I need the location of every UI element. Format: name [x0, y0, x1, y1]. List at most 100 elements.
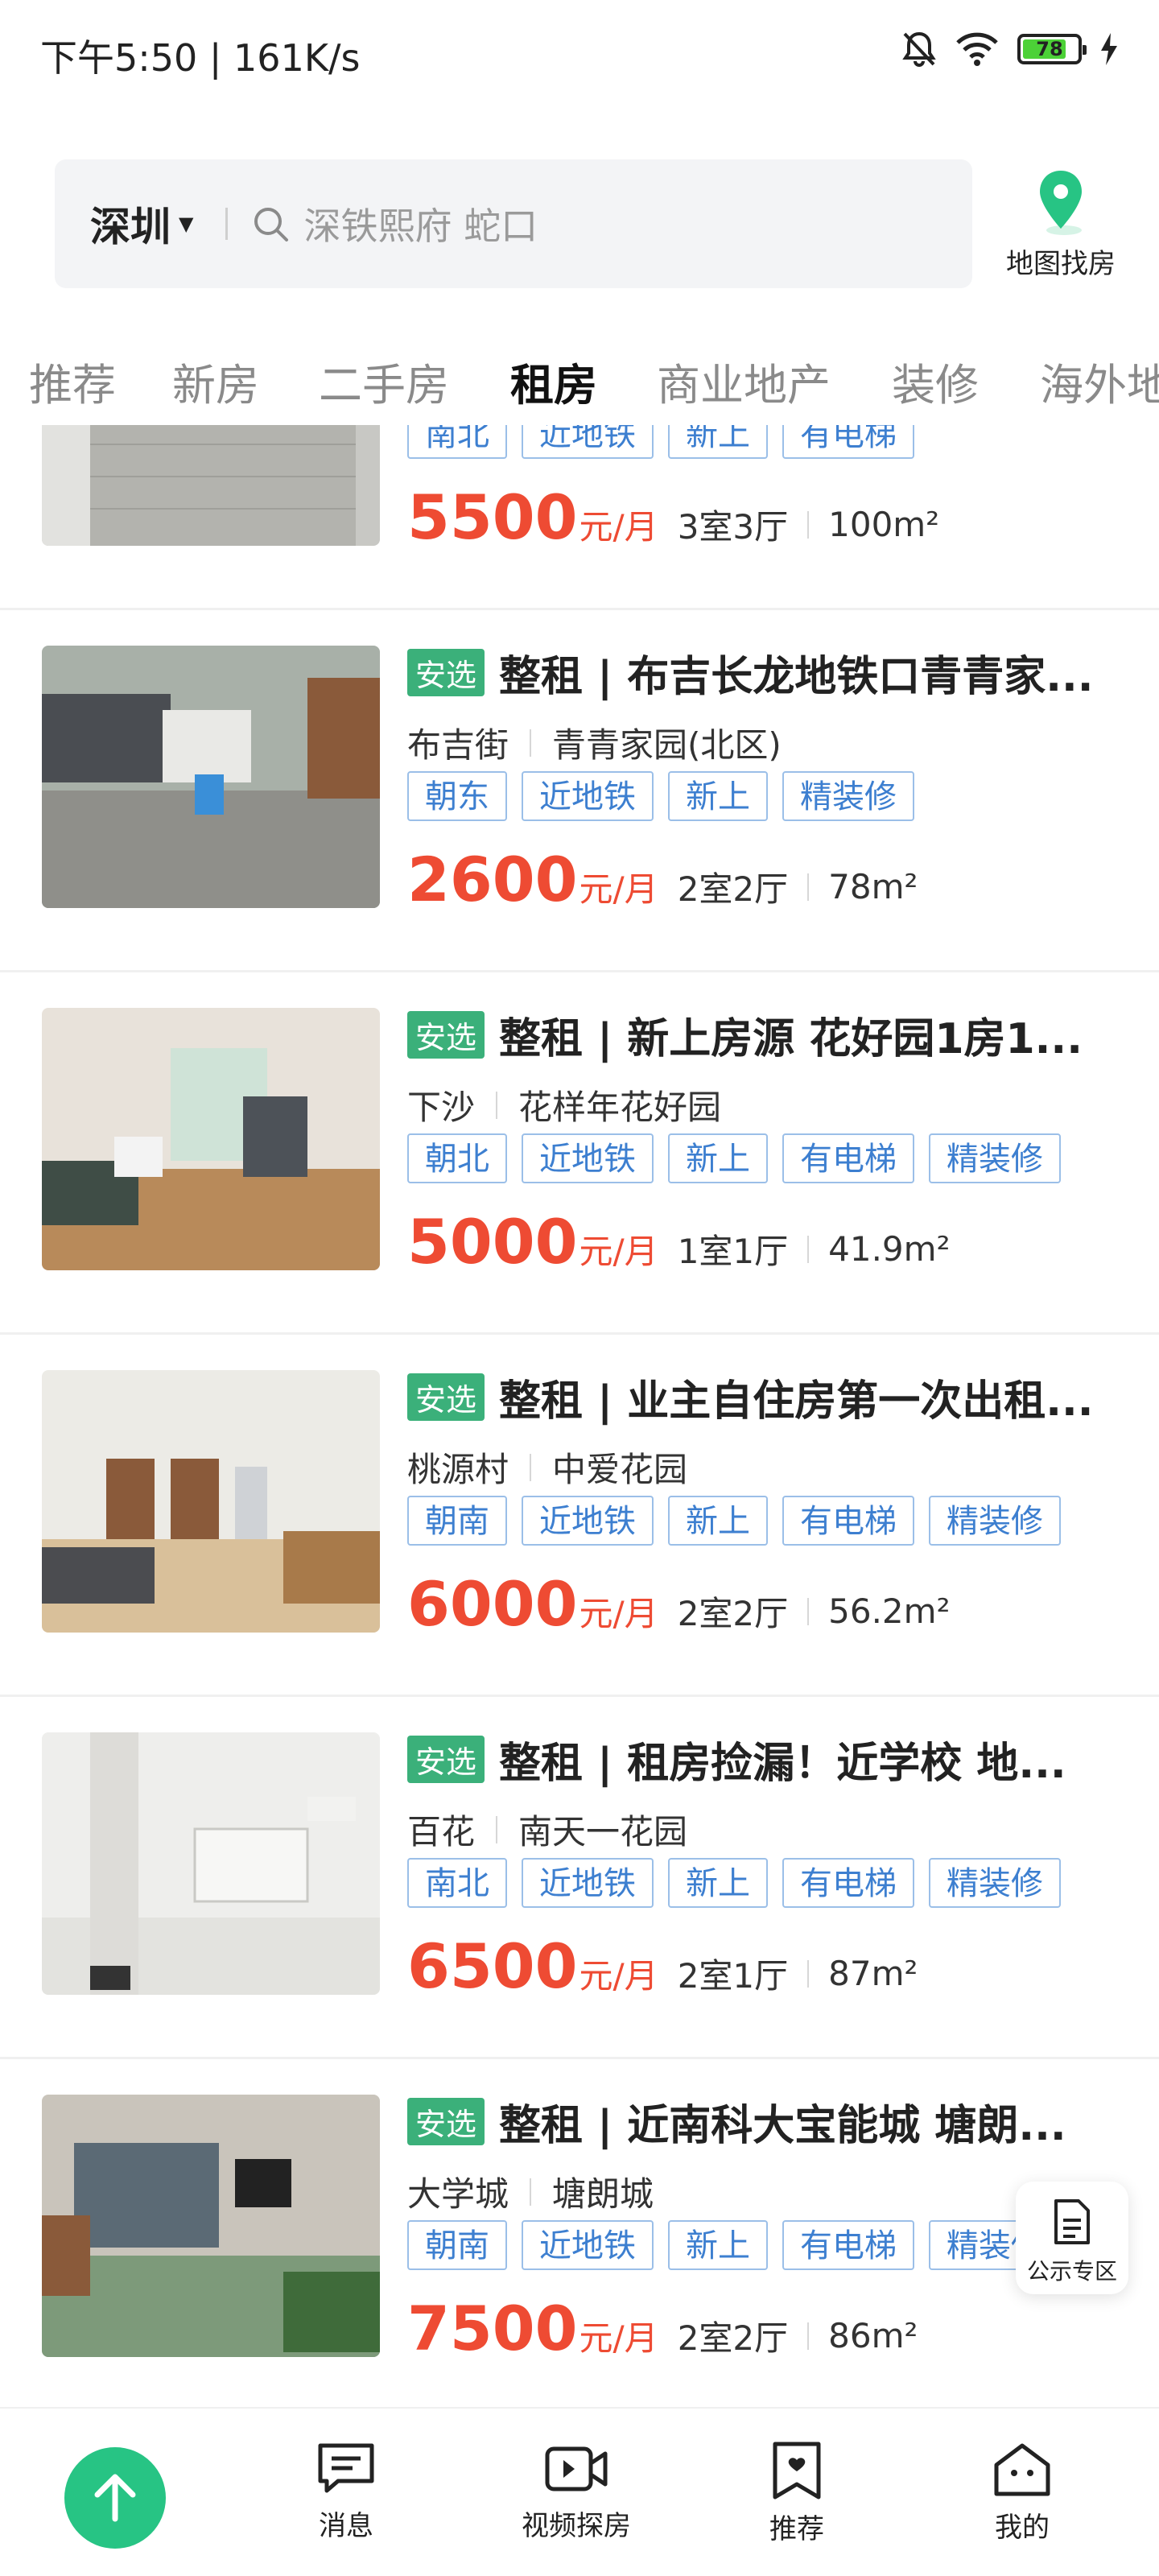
listing-meta: 3室3厅 100m²: [678, 500, 939, 549]
tab-rent[interactable]: 租房: [510, 349, 597, 413]
nav-messages[interactable]: 消息: [266, 2441, 427, 2543]
notice-zone-label: 公示专区: [1026, 2258, 1117, 2285]
tag: 有电梯: [782, 1858, 914, 1908]
wifi-icon: [956, 32, 998, 66]
listing-title[interactable]: 安选 整租 | 业主自住房第一次出租...: [407, 1367, 1116, 1427]
price: 5000: [407, 1206, 578, 1278]
tag: 南北: [407, 425, 507, 459]
tag: 有电梯: [782, 2220, 914, 2270]
size: 78m²: [828, 867, 918, 906]
map-search-button[interactable]: 地图找房: [996, 169, 1125, 282]
area: 桃源村: [407, 1450, 509, 1489]
battery-icon: 78: [1017, 34, 1087, 64]
price-row: 6000 元/月 2室2厅 56.2m²: [407, 1568, 950, 1640]
anxuan-badge: 安选: [407, 2098, 485, 2145]
tab-decoration[interactable]: 装修: [892, 349, 979, 413]
listing-title[interactable]: 安选 整租 | 新上房源 花好园1房1...: [407, 1005, 1116, 1065]
status-time: 下午5:50 | 161K/s: [40, 36, 361, 80]
nav-recommend[interactable]: 推荐: [716, 2441, 877, 2546]
listing-card[interactable]: 安选 整租 | 近南科大宝能城 塘朗... 大学城 塘朗城 朝南 近地铁 新上 有电…: [0, 2059, 1159, 2405]
tag: 新上: [668, 1496, 768, 1546]
listing-photo: [42, 1008, 380, 1270]
tag: 精装修: [929, 1133, 1061, 1183]
listing-title[interactable]: 安选 整租 | 布吉长龙地铁口青青家...: [407, 642, 1116, 703]
city-label: 深圳: [90, 204, 171, 250]
listing-card[interactable]: 安选 整租 | 布吉长龙地铁口青青家... 布吉街 青青家园(北区) 朝东 近地铁 …: [0, 610, 1159, 972]
listing-card[interactable]: 南北 近地铁 新上 有电梯 5500 元/月 3室3厅 100m²: [0, 425, 1159, 610]
tag: 新上: [668, 2220, 768, 2270]
community: 南天一花园: [518, 1812, 688, 1852]
price-unit: 元/月: [579, 2318, 658, 2358]
price-unit: 元/月: [579, 507, 658, 547]
bookmark-heart-icon: [773, 2442, 821, 2500]
community: 塘朗城: [552, 2174, 654, 2214]
tag: 有电梯: [782, 1496, 914, 1546]
tab-recommend[interactable]: 推荐: [29, 349, 116, 413]
price-row: 2600 元/月 2室2厅 78m²: [407, 844, 918, 915]
listing-title-text: 整租 | 布吉长龙地铁口青青家...: [499, 653, 1094, 701]
tag: 新上: [668, 1858, 768, 1908]
listing-card[interactable]: 安选 整租 | 新上房源 花好园1房1... 下沙 花样年花好园 朝北 近地铁 新上…: [0, 972, 1159, 1335]
area: 百花: [407, 1812, 476, 1852]
city-selector[interactable]: 深圳 ▼: [90, 195, 193, 253]
size: 41.9m²: [828, 1229, 951, 1269]
tag: 新上: [668, 425, 768, 459]
listing-tags: 朝南 近地铁 新上 有电梯 精装修: [407, 1496, 1061, 1546]
notice-zone-button[interactable]: 公示专区: [1016, 2182, 1128, 2294]
price-unit: 元/月: [579, 1956, 658, 1996]
listing-location: 百花 南天一花园: [407, 1805, 687, 1854]
listing-meta: 2室2厅 78m²: [678, 862, 918, 911]
tag: 新上: [668, 1133, 768, 1183]
size: 56.2m²: [828, 1591, 951, 1631]
document-icon: [1054, 2199, 1090, 2244]
listing-title[interactable]: 安选 整租 | 近南科大宝能城 塘朗...: [407, 2091, 1116, 2152]
nav-messages-label: 消息: [319, 2510, 373, 2542]
search-icon: [254, 208, 289, 242]
listing-photo: [42, 425, 380, 546]
tag: 近地铁: [522, 1133, 654, 1183]
listing-card[interactable]: 安选 整租 | 租房捡漏！近学校 地... 百花 南天一花园 南北 近地铁 新上 有…: [0, 1697, 1159, 2059]
message-icon: [318, 2443, 374, 2493]
size: 87m²: [828, 1954, 918, 1993]
nav-mine[interactable]: 我的: [942, 2441, 1103, 2545]
layout: 2室2厅: [677, 2318, 789, 2358]
tag: 有电梯: [782, 425, 914, 459]
tab-rent-label: 租房: [510, 360, 597, 411]
tab-commercial[interactable]: 商业地产: [657, 349, 831, 413]
area: 布吉街: [407, 725, 509, 765]
layout: 2室2厅: [677, 1594, 789, 1633]
tab-second-hand[interactable]: 二手房: [319, 349, 449, 413]
listing-tags: 朝东 近地铁 新上 精装修: [407, 771, 914, 821]
price: 6000: [407, 1568, 578, 1640]
tag: 朝南: [407, 2220, 507, 2270]
nav-mine-label: 我的: [995, 2512, 1050, 2544]
tab-overseas[interactable]: 海外地: [1040, 349, 1159, 413]
listing-title-text: 整租 | 业主自住房第一次出租...: [499, 1377, 1094, 1426]
search-bar[interactable]: 深圳 ▼ 深铁熙府 蛇口: [55, 159, 972, 288]
listing-card[interactable]: 安选 整租 | 业主自住房第一次出租... 桃源村 中爱花园 朝南 近地铁 新上 有…: [0, 1335, 1159, 1697]
status-icons: 78: [901, 31, 1119, 68]
tag: 有电梯: [782, 1133, 914, 1183]
listing-tags: 朝北 近地铁 新上 有电梯 精装修: [407, 1133, 1061, 1183]
listing-title-text: 整租 | 近南科大宝能城 塘朗...: [499, 2102, 1066, 2150]
tag: 精装修: [929, 1858, 1061, 1908]
tag: 朝东: [407, 771, 507, 821]
listing-meta: 2室2厅 56.2m²: [678, 1587, 951, 1636]
tag: 近地铁: [522, 1858, 654, 1908]
price: 5500: [407, 481, 578, 553]
layout: 3室3厅: [677, 507, 789, 547]
nav-video-tour[interactable]: 视频探房: [496, 2441, 657, 2543]
battery-level: 78: [1036, 38, 1063, 60]
arrow-up-icon: [94, 2474, 136, 2522]
scroll-top-button[interactable]: [64, 2447, 166, 2549]
price: 6500: [407, 1930, 578, 2002]
listing-meta: 2室2厅 86m²: [678, 2311, 918, 2360]
listing-meta: 1室1厅 41.9m²: [678, 1224, 951, 1274]
price: 7500: [407, 2293, 578, 2364]
tab-new-home[interactable]: 新房: [172, 349, 259, 413]
bottom-nav: 消息 视频探房 推荐 我的: [0, 2407, 1159, 2576]
tag: 朝北: [407, 1133, 507, 1183]
listing-title[interactable]: 安选 整租 | 租房捡漏！近学校 地...: [407, 1729, 1116, 1790]
price-row: 5500 元/月 3室3厅 100m²: [407, 481, 939, 553]
search-placeholder[interactable]: 深铁熙府 蛇口: [303, 197, 538, 250]
